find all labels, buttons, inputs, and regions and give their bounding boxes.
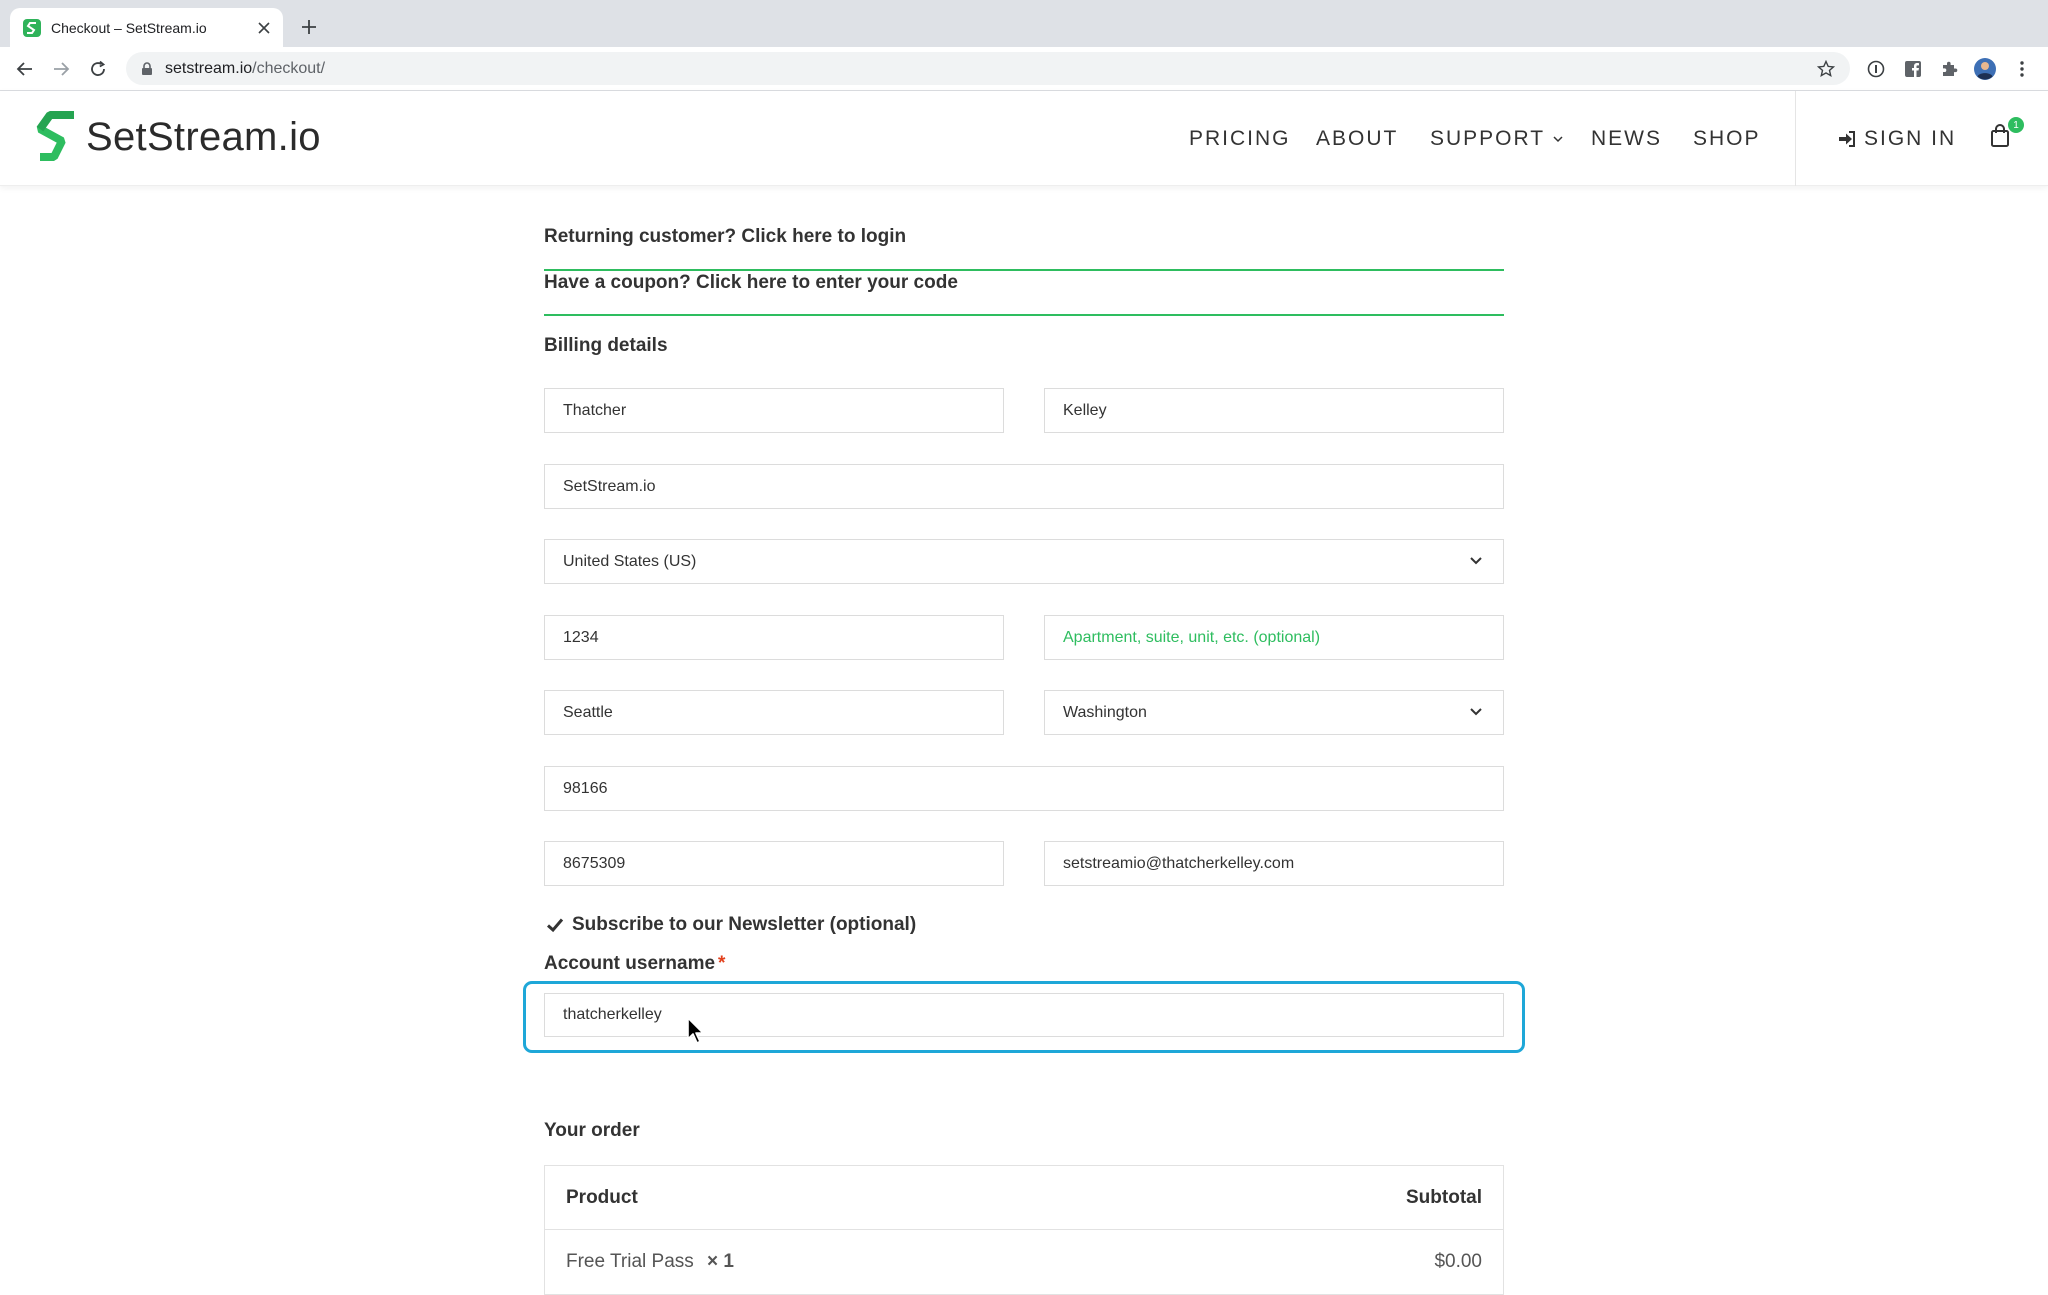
your-order-title: Your order bbox=[544, 1120, 640, 1141]
setstream-logo-icon bbox=[36, 111, 74, 161]
site-header: SetStream.io PRICING ABOUT SUPPORT NEWS … bbox=[0, 91, 2048, 186]
chevron-down-icon bbox=[1553, 135, 1563, 142]
postcode-field[interactable]: 98166 bbox=[544, 766, 1504, 811]
cart-button[interactable]: 1 bbox=[1990, 117, 2024, 154]
facebook-extension-icon[interactable] bbox=[1901, 57, 1925, 81]
order-item-product: Free Trial Pass × 1 bbox=[566, 1251, 1434, 1273]
last-name-field[interactable]: Kelley bbox=[1044, 388, 1504, 433]
country-select[interactable]: United States (US) bbox=[544, 539, 1504, 584]
street-address-field[interactable]: 1234 bbox=[544, 615, 1004, 660]
phone-field[interactable]: 8675309 bbox=[544, 841, 1004, 886]
state-value: Washington bbox=[1063, 703, 1147, 721]
profile-avatar[interactable] bbox=[1973, 57, 1997, 81]
cart-count-badge: 1 bbox=[2008, 117, 2024, 133]
lock-icon[interactable] bbox=[139, 61, 155, 77]
required-marker: * bbox=[718, 953, 726, 974]
nav-news[interactable]: NEWS bbox=[1591, 127, 1662, 151]
newsletter-label: Subscribe to our Newsletter (optional) bbox=[572, 914, 917, 935]
extensions-puzzle-icon[interactable] bbox=[1937, 57, 1961, 81]
sign-in-label: SIGN IN bbox=[1864, 127, 1957, 150]
table-row: Free Trial Pass × 1 $0.00 bbox=[545, 1230, 1503, 1294]
site-logo[interactable]: SetStream.io bbox=[36, 109, 321, 165]
account-username-label: Account username * bbox=[544, 953, 725, 975]
bookmark-star-icon[interactable] bbox=[1816, 59, 1836, 79]
browser-tab-strip: Checkout – SetStream.io bbox=[0, 0, 2048, 47]
nav-pricing[interactable]: PRICING bbox=[1189, 127, 1291, 151]
chevron-down-icon bbox=[1467, 552, 1485, 570]
tab-title: Checkout – SetStream.io bbox=[51, 19, 207, 36]
billing-details-title: Billing details bbox=[544, 335, 668, 356]
email-field[interactable]: setstreamio@thatcherkelley.com bbox=[1044, 841, 1504, 886]
url-text: setstream.io/checkout/ bbox=[165, 60, 325, 78]
returning-customer-notice[interactable]: Returning customer? Click here to login bbox=[544, 226, 1504, 248]
site-favicon-icon bbox=[23, 18, 41, 37]
mouse-pointer-icon bbox=[687, 1017, 704, 1044]
brand-name: SetStream.io bbox=[86, 114, 321, 159]
order-item-quantity: × 1 bbox=[707, 1251, 734, 1272]
tab-close-icon[interactable] bbox=[254, 18, 274, 38]
first-name-field[interactable]: Thatcher bbox=[544, 388, 1004, 433]
url-host: setstream.io bbox=[165, 59, 253, 77]
shopping-bag-icon bbox=[1991, 124, 2009, 147]
browser-menu-icon[interactable] bbox=[2010, 57, 2034, 81]
coupon-notice[interactable]: Have a coupon? Click here to enter your … bbox=[544, 272, 1504, 294]
account-username-label-text: Account username bbox=[544, 953, 716, 974]
table-header-row: Product Subtotal bbox=[545, 1166, 1503, 1230]
sign-in-link[interactable]: SIGN IN bbox=[1838, 127, 1956, 151]
sign-in-icon bbox=[1839, 131, 1855, 147]
notice-divider bbox=[544, 269, 1504, 271]
newsletter-checkbox-row[interactable]: Subscribe to our Newsletter (optional) bbox=[544, 914, 916, 936]
nav-support[interactable]: SUPPORT bbox=[1430, 127, 1563, 151]
forward-arrow-icon[interactable] bbox=[49, 57, 73, 81]
password-manager-extension-icon[interactable] bbox=[1864, 57, 1888, 81]
state-select[interactable]: Washington bbox=[1044, 690, 1504, 735]
company-field[interactable]: SetStream.io bbox=[544, 464, 1504, 509]
notice-divider bbox=[544, 314, 1504, 316]
order-review-table: Product Subtotal Free Trial Pass × 1 $0.… bbox=[544, 1165, 1504, 1295]
nav-support-label: SUPPORT bbox=[1430, 127, 1546, 150]
new-tab-button[interactable] bbox=[296, 14, 322, 40]
reload-icon[interactable] bbox=[86, 57, 110, 81]
header-divider bbox=[1795, 91, 1796, 186]
subtotal-column-header: Subtotal bbox=[1406, 1186, 1482, 1208]
product-column-header: Product bbox=[566, 1186, 638, 1208]
apartment-field[interactable]: Apartment, suite, unit, etc. (optional) bbox=[1044, 615, 1504, 660]
city-field[interactable]: Seattle bbox=[544, 690, 1004, 735]
country-value: United States (US) bbox=[563, 552, 697, 570]
nav-shop[interactable]: SHOP bbox=[1693, 127, 1761, 151]
back-arrow-icon[interactable] bbox=[13, 57, 37, 81]
browser-tab-active[interactable]: Checkout – SetStream.io bbox=[10, 8, 283, 47]
checkmark-icon[interactable] bbox=[544, 914, 566, 936]
url-path: /checkout/ bbox=[252, 59, 326, 77]
nav-about[interactable]: ABOUT bbox=[1316, 127, 1398, 151]
chevron-down-icon bbox=[1467, 703, 1485, 721]
order-item-name: Free Trial Pass bbox=[566, 1251, 694, 1272]
order-item-subtotal: $0.00 bbox=[1434, 1251, 1482, 1272]
browser-toolbar: setstream.io/checkout/ bbox=[0, 47, 2048, 91]
address-bar[interactable]: setstream.io/checkout/ bbox=[126, 52, 1850, 85]
